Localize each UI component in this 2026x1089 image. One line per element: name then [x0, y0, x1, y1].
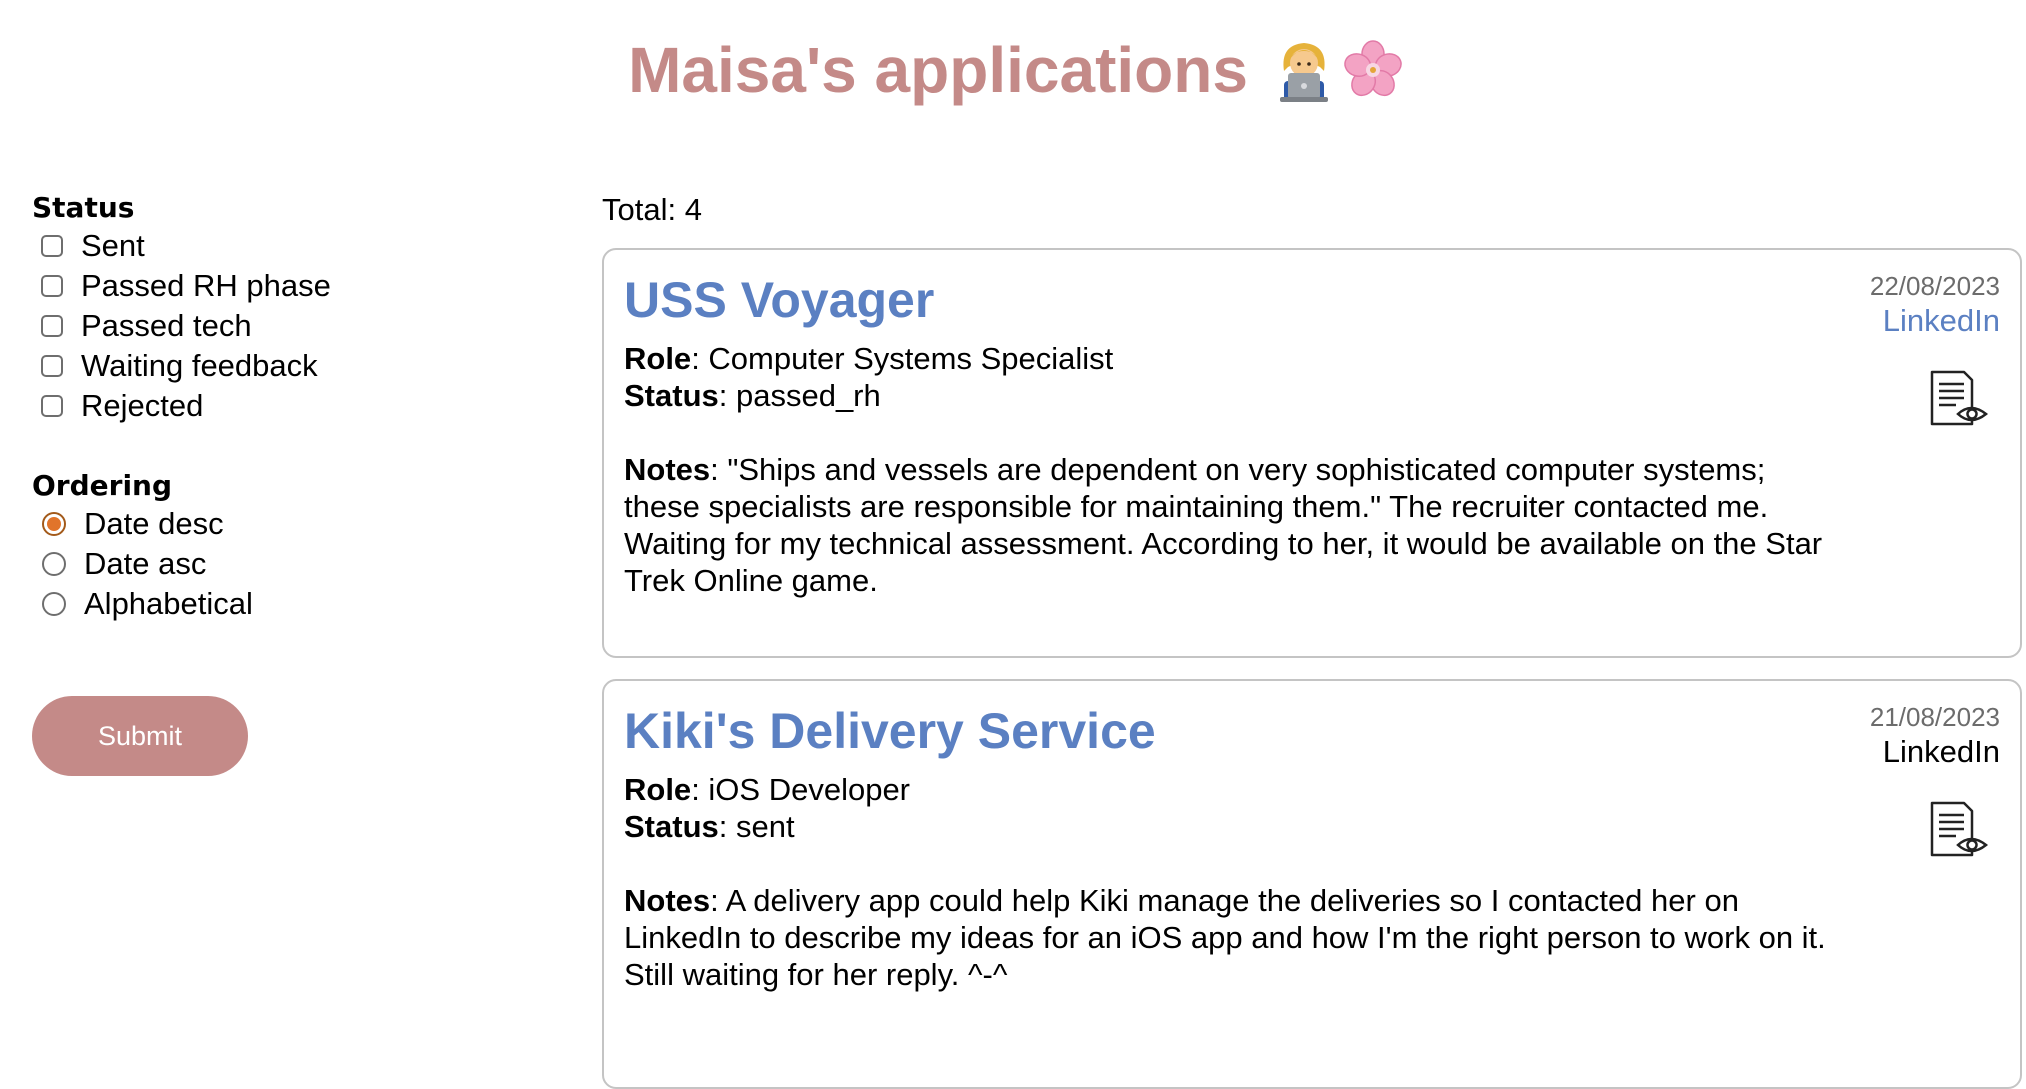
notes-label: Notes	[624, 883, 711, 918]
application-card: Kiki's Delivery Service 21/08/2023 Linke…	[602, 679, 2022, 1089]
status-option-label: Sent	[81, 228, 145, 263]
status-line: Status: sent	[624, 808, 1844, 845]
status-line: Status: passed_rh	[624, 377, 1844, 414]
notes-line: Notes: "Ships and vessels are dependent …	[624, 451, 1844, 599]
status-value: : passed_rh	[718, 378, 881, 413]
role-line: Role: Computer Systems Specialist	[624, 340, 1844, 377]
application-card: USS Voyager 22/08/2023 LinkedIn Role: Co…	[602, 248, 2022, 658]
status-option-label: Rejected	[81, 388, 204, 423]
company-name: Kiki's Delivery Service	[624, 703, 1156, 759]
status-option-label: Waiting feedback	[81, 348, 318, 383]
application-date: 21/08/2023	[1869, 702, 2000, 732]
status-option-passed-rh[interactable]: Passed RH phase	[32, 266, 452, 306]
status-label: Status	[624, 378, 719, 413]
notes-line: Notes: A delivery app could help Kiki ma…	[624, 882, 1844, 993]
ordering-option-label: Date desc	[84, 506, 224, 541]
status-option-label: Passed tech	[81, 308, 252, 343]
role-line: Role: iOS Developer	[624, 771, 1844, 808]
ordering-radio[interactable]	[42, 512, 66, 536]
ordering-option-date-desc[interactable]: Date desc	[32, 504, 452, 544]
role-value: : Computer Systems Specialist	[691, 341, 1114, 376]
ordering-radio[interactable]	[42, 592, 66, 616]
application-date: 22/08/2023	[1869, 271, 2000, 301]
ordering-option-label: Date asc	[84, 546, 207, 581]
ordering-group: Ordering Date desc Date asc Alphabetical	[32, 468, 452, 624]
ordering-label: Ordering	[32, 469, 173, 502]
filters-sidebar: Status Sent Passed RH phase Passed tech …	[32, 190, 452, 776]
status-checkbox[interactable]	[41, 315, 63, 337]
status-filter-group: Sent Passed RH phase Passed tech Waiting…	[32, 226, 452, 426]
status-option-waiting-feedback[interactable]: Waiting feedback	[32, 346, 452, 386]
application-details: Role: iOS Developer Status: sent Notes: …	[624, 771, 1844, 993]
total-count: Total: 4	[602, 192, 702, 227]
application-details: Role: Computer Systems Specialist Status…	[624, 340, 1844, 599]
view-document-icon[interactable]	[1926, 799, 1990, 863]
ordering-option-date-asc[interactable]: Date asc	[32, 544, 452, 584]
status-filter-label: Status	[32, 191, 135, 224]
role-value: : iOS Developer	[691, 772, 911, 807]
status-checkbox[interactable]	[41, 275, 63, 297]
status-label: Status	[624, 809, 719, 844]
status-option-passed-tech[interactable]: Passed tech	[32, 306, 452, 346]
role-label: Role	[624, 341, 692, 376]
ordering-radio[interactable]	[42, 552, 66, 576]
notes-value: : "Ships and vessels are dependent on ve…	[624, 452, 1823, 598]
notes-label: Notes	[624, 452, 711, 487]
status-value: : sent	[718, 809, 795, 844]
page-header: Maisa's applications	[0, 30, 2026, 110]
status-option-rejected[interactable]: Rejected	[32, 386, 452, 426]
page-title: Maisa's applications	[628, 34, 1248, 106]
status-option-sent[interactable]: Sent	[32, 226, 452, 266]
view-document-icon[interactable]	[1926, 368, 1990, 432]
source-link[interactable]: LinkedIn	[1883, 302, 2000, 340]
woman-technologist-icon	[1279, 43, 1328, 102]
role-label: Role	[624, 772, 692, 807]
source-label: LinkedIn	[1882, 734, 2000, 769]
ordering-option-label: Alphabetical	[84, 586, 253, 621]
status-checkbox[interactable]	[41, 235, 63, 257]
cherry-blossom-icon	[1344, 40, 1402, 97]
ordering-option-alphabetical[interactable]: Alphabetical	[32, 584, 452, 624]
company-name: USS Voyager	[624, 272, 935, 328]
submit-button[interactable]: Submit	[32, 696, 248, 776]
status-checkbox[interactable]	[41, 355, 63, 377]
status-checkbox[interactable]	[41, 395, 63, 417]
status-option-label: Passed RH phase	[81, 268, 331, 303]
notes-value: : A delivery app could help Kiki manage …	[624, 883, 1826, 992]
